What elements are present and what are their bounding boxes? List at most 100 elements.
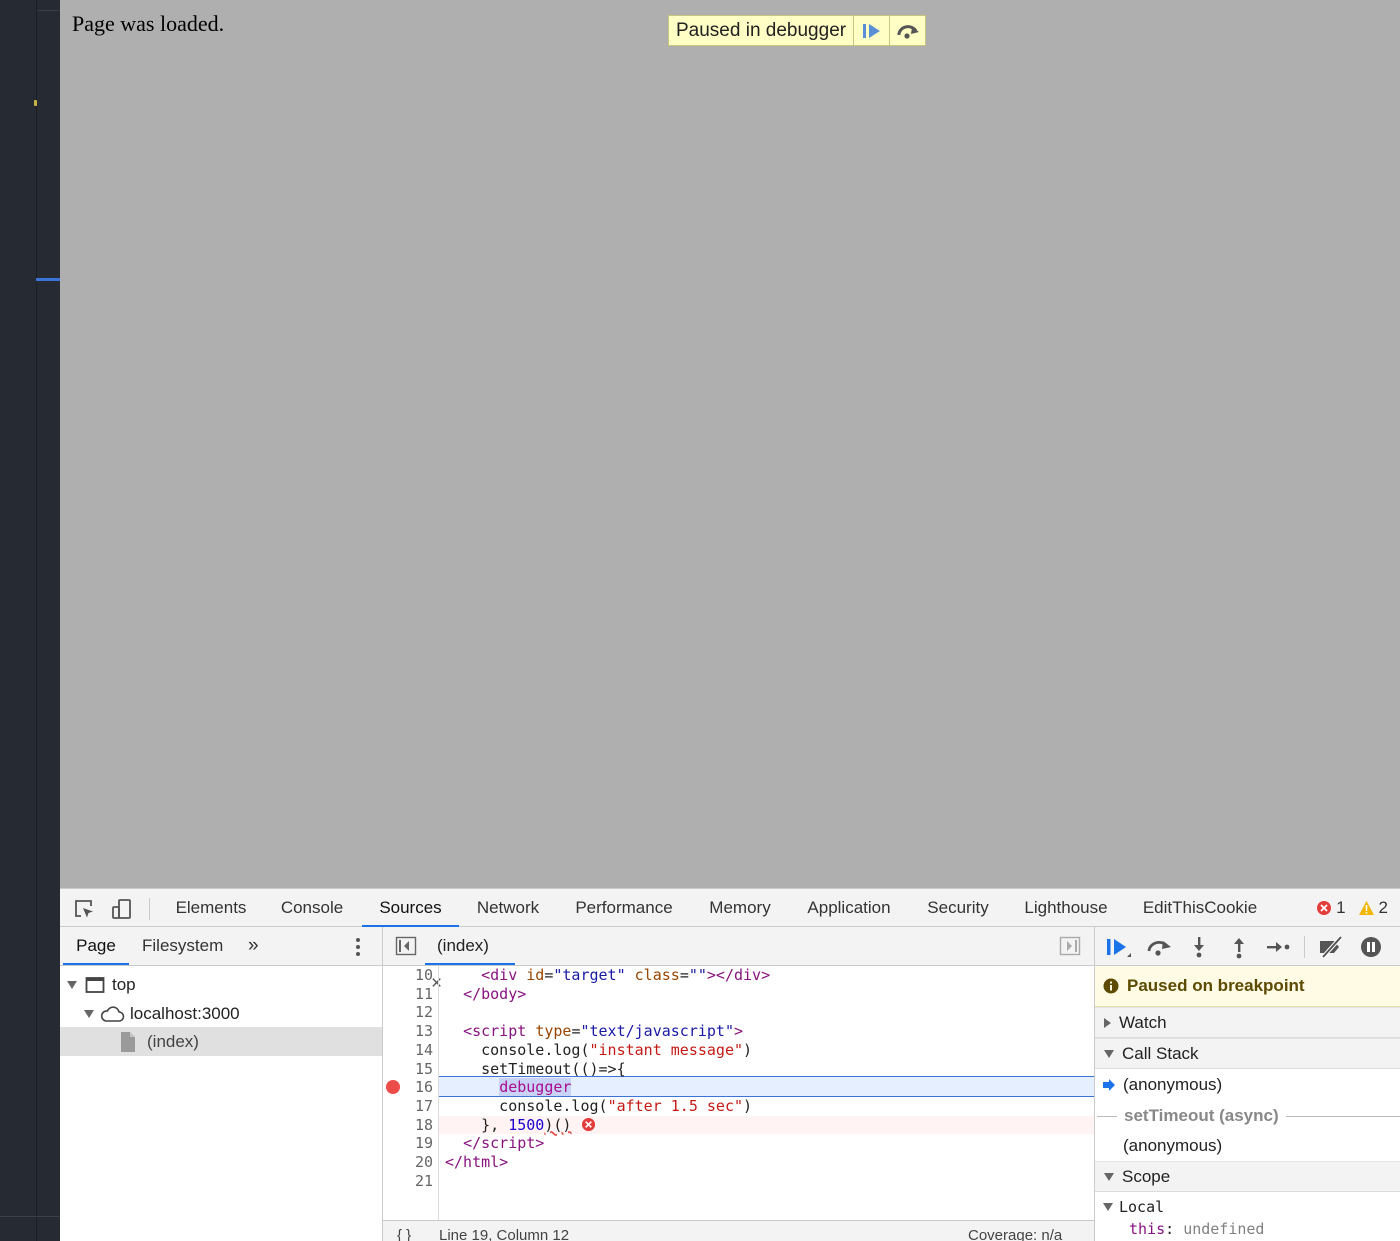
inspect-cursor-icon [75, 900, 93, 918]
line-number[interactable]: 20 [383, 1153, 433, 1172]
call-frame-current[interactable]: (anonymous) [1095, 1070, 1400, 1100]
code-area[interactable]: 10 11 12 13 14 15 16 17 18 19 20 21 <div… [383, 966, 1094, 1220]
line-number[interactable]: 10 [383, 966, 433, 985]
step-button[interactable] [1265, 935, 1290, 959]
file-icon [121, 1031, 135, 1052]
separator-rule [1097, 1115, 1117, 1117]
pause-exceptions-icon [1361, 937, 1381, 957]
section-watch[interactable]: Watch [1095, 1007, 1400, 1038]
call-frame-async[interactable]: (anonymous) [1095, 1131, 1400, 1161]
resume-button[interactable] [1105, 935, 1131, 959]
sidebar-toggle-right-icon [1059, 936, 1081, 956]
cursor-position: Line 19, Column 12 [439, 1227, 570, 1241]
tab-console[interactable]: Console [270, 889, 354, 927]
debugger-sidebar: Paused on breakpoint Watch Call Stack (a… [1094, 927, 1400, 1241]
section-call-stack[interactable]: Call Stack [1095, 1038, 1400, 1069]
tab-security[interactable]: Security [916, 889, 1000, 927]
resume-icon [1107, 939, 1131, 957]
resume-icon [862, 23, 880, 38]
frame-window-icon [85, 976, 105, 993]
inspect-element-button[interactable] [72, 897, 96, 921]
tree-label-origin: localhost:3000 [130, 1003, 240, 1023]
pause-on-exceptions-button[interactable] [1359, 935, 1383, 959]
line-number[interactable]: 15 [383, 1060, 433, 1079]
current-frame-arrow-icon [1103, 1079, 1115, 1091]
step-over-icon [1147, 941, 1171, 956]
step-icon [1267, 942, 1290, 952]
tree-item-origin[interactable]: localhost:3000 [60, 999, 382, 1028]
cloud-icon [100, 1005, 125, 1022]
banner-step-over-button[interactable] [889, 16, 925, 45]
line-number[interactable]: 21 [383, 1172, 433, 1191]
tab-elements[interactable]: Elements [164, 889, 258, 927]
line-number[interactable]: 17 [383, 1097, 433, 1116]
tab-editthiscookie[interactable]: EditThisCookie [1130, 889, 1270, 927]
info-icon [1103, 978, 1119, 994]
tree-item-index[interactable]: (index) [60, 1027, 382, 1056]
issue-counters[interactable]: 1 2 [1316, 889, 1388, 927]
line-number[interactable]: 18 [383, 1116, 433, 1135]
host-editor-strip [0, 0, 60, 1241]
code-line-18: }, 1500)() [445, 1115, 572, 1134]
line-number[interactable]: 19 [383, 1134, 433, 1153]
section-call-stack-label: Call Stack [1122, 1043, 1199, 1063]
code-line-16: debugger [499, 1078, 572, 1097]
device-toolbar-button[interactable] [110, 897, 134, 921]
line-number[interactable]: 13 [383, 1022, 433, 1041]
line-number[interactable]: 12 [383, 1003, 433, 1022]
file-tab-index[interactable]: (index) × [425, 927, 515, 994]
nav-tab-page[interactable]: Page [63, 927, 129, 965]
strip-active-marker [36, 278, 60, 281]
warning-icon [1358, 901, 1374, 915]
file-tab-label: (index) [437, 936, 489, 955]
scope-local-label: Local [1119, 1198, 1165, 1216]
navigator-menu-button[interactable] [352, 935, 364, 964]
error-icon [1317, 901, 1332, 915]
breakpoint-marker[interactable] [386, 1080, 400, 1094]
tab-sources[interactable]: Sources [362, 889, 459, 927]
editor-statusbar: { } Line 19, Column 12 Coverage: n/a [383, 1220, 1094, 1241]
pretty-print-button[interactable]: { } [397, 1227, 411, 1241]
kebab-menu-icon [356, 938, 360, 956]
line-number[interactable]: 14 [383, 1041, 433, 1060]
toggle-debugger-button[interactable] [1059, 936, 1081, 961]
tab-network[interactable]: Network [466, 889, 550, 927]
devtools-panel: Elements Console Sources Network Perform… [60, 888, 1400, 1241]
paused-message-text: Paused on breakpoint [1127, 976, 1305, 995]
code-editor: (index) × 10 11 12 13 14 15 16 17 18 19 … [383, 927, 1094, 1241]
async-label: setTimeout (async) [1124, 1106, 1279, 1125]
code-line-14: console.log("instant message") [445, 1040, 753, 1059]
error-icon [581, 1117, 596, 1132]
banner-resume-button[interactable] [853, 16, 889, 45]
toggle-navigator-button[interactable] [395, 936, 417, 961]
code-line-17: console.log("after 1.5 sec") [445, 1096, 753, 1115]
code-line-20: </html> [445, 1153, 509, 1171]
variable-name: this [1129, 1220, 1166, 1238]
line-number[interactable]: 11 [383, 985, 433, 1004]
code-line-11: </body> [463, 984, 527, 1003]
step-into-button[interactable] [1187, 935, 1211, 959]
tab-application[interactable]: Application [796, 889, 902, 927]
tab-performance[interactable]: Performance [565, 889, 683, 927]
device-mode-icon [112, 899, 131, 919]
call-frame-label: (anonymous) [1123, 1075, 1223, 1094]
tab-memory[interactable]: Memory [698, 889, 782, 927]
tab-lighthouse[interactable]: Lighthouse [1014, 889, 1118, 927]
expand-triangle-icon [67, 980, 77, 989]
section-scope[interactable]: Scope [1095, 1161, 1400, 1192]
section-scope-label: Scope [1122, 1166, 1171, 1186]
scope-local[interactable]: Local [1095, 1195, 1400, 1219]
nav-tab-filesystem[interactable]: Filesystem [142, 927, 223, 965]
step-over-button[interactable] [1145, 935, 1171, 959]
inline-error-icon[interactable] [581, 1117, 596, 1136]
tree-item-top[interactable]: top [60, 970, 382, 999]
scope-variable-this[interactable]: this : undefined [1095, 1217, 1400, 1241]
step-out-button[interactable] [1227, 935, 1251, 959]
sources-navigator: Page Filesystem » top localhost:3000 (in… [60, 927, 383, 1241]
separator-rule [1285, 1115, 1400, 1117]
paused-on-breakpoint-message: Paused on breakpoint [1095, 966, 1400, 1007]
more-tabs-chevron-icon[interactable]: » [248, 927, 259, 965]
deactivate-breakpoints-button[interactable] [1317, 935, 1343, 959]
async-separator: setTimeout (async) [1095, 1101, 1400, 1131]
tree-label-index: (index) [147, 1031, 199, 1051]
